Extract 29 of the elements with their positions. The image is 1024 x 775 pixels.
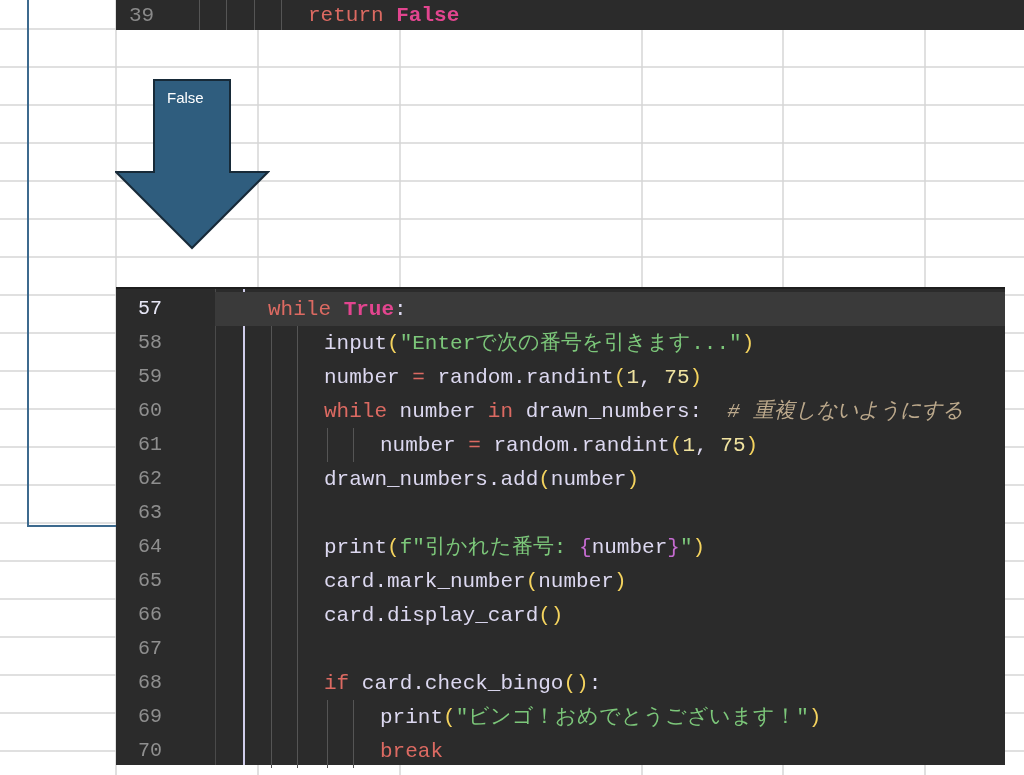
line-number: 60 bbox=[137, 401, 163, 421]
line-number: 64 bbox=[137, 537, 163, 557]
code-line: drawn_numbers.add(number) bbox=[324, 468, 640, 490]
code-line: while True: bbox=[268, 298, 407, 320]
line-number: 68 bbox=[137, 673, 163, 693]
code-line: number = random.randint(1, 75) bbox=[380, 434, 759, 456]
line-number: 61 bbox=[137, 435, 163, 455]
line-number: 66 bbox=[137, 605, 163, 625]
code-line: number = random.randint(1, 75) bbox=[324, 366, 703, 388]
code-line: print(f"引かれた番号: {number}") bbox=[324, 536, 706, 558]
line-number: 63 bbox=[137, 503, 163, 523]
code-line: break bbox=[380, 740, 443, 762]
line-number: 59 bbox=[137, 367, 163, 387]
line-number: 57 bbox=[137, 299, 163, 319]
line-number: 67 bbox=[137, 639, 163, 659]
code-line: return False bbox=[308, 4, 460, 26]
code-line: if card.check_bingo(): bbox=[324, 672, 602, 694]
line-number: 58 bbox=[137, 333, 163, 353]
code-line: card.display_card() bbox=[324, 604, 564, 626]
line-number: 62 bbox=[137, 469, 163, 489]
line-number: 70 bbox=[137, 741, 163, 761]
line-number: 69 bbox=[137, 707, 163, 727]
line-number: 65 bbox=[137, 571, 163, 591]
line-number: 39 bbox=[129, 4, 156, 26]
code-line: input("Enterで次の番号を引きます...") bbox=[324, 332, 755, 354]
code-line: while number in drawn_numbers: # 重複しないようにする bbox=[324, 400, 963, 422]
arrow-label: False bbox=[167, 90, 204, 105]
code-line: card.mark_number(number) bbox=[324, 570, 627, 592]
code-line: print("ビンゴ！おめでとうございます！") bbox=[380, 706, 822, 728]
